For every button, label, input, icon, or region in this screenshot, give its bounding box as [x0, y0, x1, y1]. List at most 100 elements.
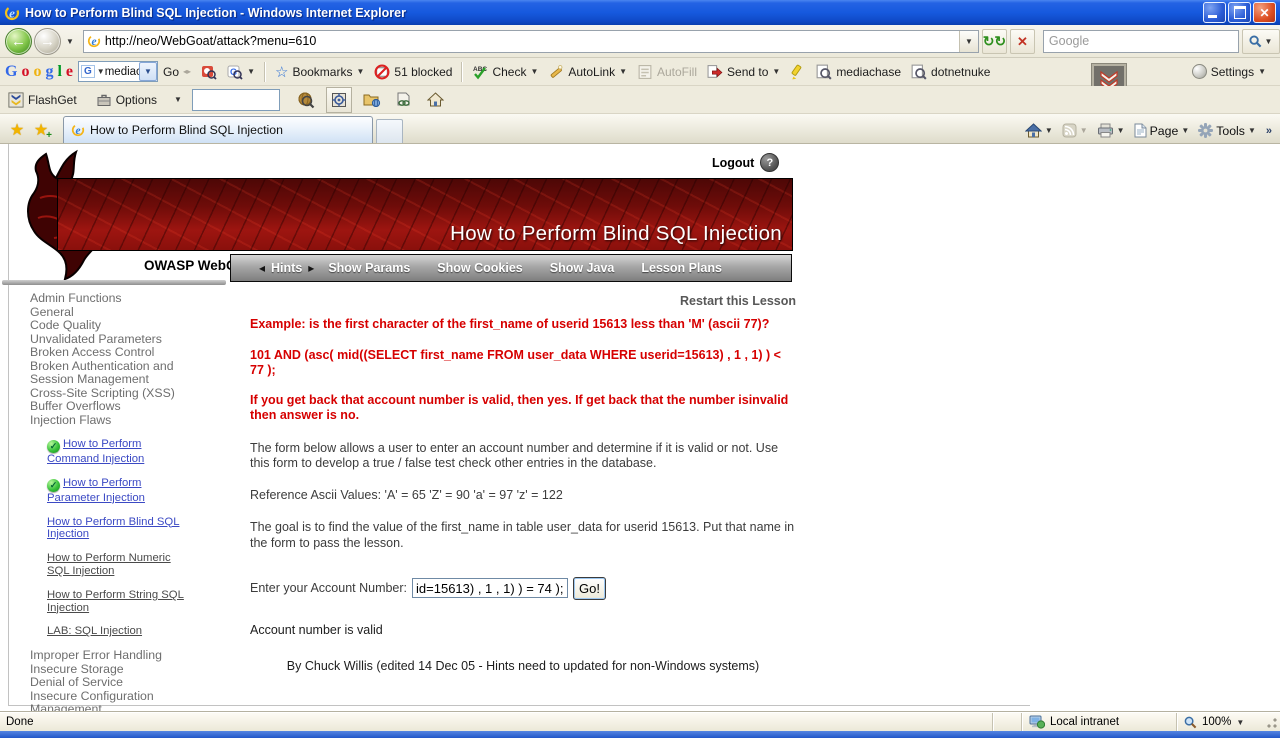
- flashget-getlinks-button[interactable]: [392, 88, 416, 112]
- custom-search-dotnetnuke[interactable]: dotnetnuke: [911, 64, 990, 80]
- autofill-button[interactable]: AutoFill: [637, 64, 697, 80]
- flashget-url-input[interactable]: [192, 89, 280, 111]
- spellcheck-button[interactable]: ABC Check▼: [472, 64, 538, 80]
- logout-link[interactable]: Logout: [712, 156, 754, 170]
- flashget-button[interactable]: FlashGet: [8, 92, 77, 108]
- tools-menu-button[interactable]: Tools▼: [1195, 121, 1259, 140]
- flashget-options-button[interactable]: Options: [96, 92, 157, 108]
- print-button[interactable]: ▼: [1094, 121, 1128, 140]
- account-number-label: Enter your Account Number:: [250, 581, 407, 596]
- lesson-nav-button[interactable]: Lesson Plans: [641, 261, 722, 275]
- search-go-button[interactable]: ▼: [1242, 29, 1280, 54]
- sidebar-lesson-link[interactable]: How to Perform Command Injection: [47, 438, 144, 465]
- search-options-dropdown[interactable]: ▼: [247, 67, 255, 76]
- search-news-icon: [201, 64, 217, 80]
- sidebar-category[interactable]: Denial of Service: [30, 676, 208, 690]
- go-button[interactable]: Go!: [573, 577, 606, 600]
- address-field[interactable]: e http://neo/WebGoat/attack?menu=610 ▼: [83, 30, 979, 53]
- sidebar-category[interactable]: Buffer Overflows: [30, 400, 208, 414]
- sidebar-category[interactable]: Broken Authentication and Session Manage…: [30, 360, 208, 387]
- bookmarks-button[interactable]: ☆ Bookmarks▼: [275, 63, 364, 81]
- form-description: The form below allows a user to enter an…: [250, 441, 796, 472]
- sidebar-category[interactable]: Insecure Storage: [30, 663, 208, 677]
- sidebar-lesson-link[interactable]: How to Perform Blind SQL Injection: [47, 516, 179, 541]
- minimize-button[interactable]: [1203, 2, 1226, 23]
- hints-next-icon[interactable]: ▸: [308, 261, 314, 275]
- sidebar-lesson-link[interactable]: How to Perform Numeric SQL Injection: [47, 552, 171, 577]
- google-search-dropdown[interactable]: ▼: [139, 62, 157, 81]
- add-favorite-button[interactable]: ★+: [29, 117, 53, 143]
- autolink-button[interactable]: AutoLink▼: [548, 64, 627, 80]
- nav-hints-button[interactable]: Hints: [271, 261, 302, 275]
- sidebar-category[interactable]: Admin Functions: [30, 292, 208, 306]
- sidebar-category[interactable]: Improper Error Handling: [30, 649, 208, 663]
- sidebar-category[interactable]: Unvalidated Parameters: [30, 333, 208, 347]
- feeds-button[interactable]: ▼: [1059, 121, 1091, 140]
- lesson-nav-button[interactable]: Show Cookies: [437, 261, 522, 275]
- flashget-sitefolder-button[interactable]: [360, 88, 384, 112]
- sidebar-lesson-link[interactable]: LAB: SQL Injection: [47, 625, 142, 637]
- sidebar-category[interactable]: Injection Flaws: [30, 414, 208, 428]
- hints-prev-icon[interactable]: ◂: [259, 261, 265, 275]
- zoom-magnifier-icon: [1184, 716, 1197, 729]
- windows-taskbar-edge[interactable]: [0, 731, 1280, 738]
- highlighter-button[interactable]: [790, 64, 806, 80]
- close-button[interactable]: ✕: [1253, 2, 1276, 23]
- home-icon: [1025, 123, 1042, 138]
- settings-button[interactable]: Settings▼: [1192, 64, 1266, 79]
- resize-grip[interactable]: [1263, 714, 1279, 730]
- stop-button[interactable]: ✕: [1010, 29, 1035, 54]
- browser-viewport: Logout ? How to Perform Blind SQL Inject…: [0, 144, 1280, 712]
- google-go-button[interactable]: Go ◂▸: [163, 65, 191, 79]
- sidebar-lesson: ✓How to Perform String SQL Injection: [47, 589, 189, 615]
- lesson-banner-title: How to Perform Blind SQL Injection: [450, 222, 782, 246]
- sidebar-lesson-link[interactable]: How to Perform Parameter Injection: [47, 477, 145, 504]
- local-intranet-icon: [1029, 715, 1045, 729]
- search-web-button[interactable]: G ▼: [227, 64, 255, 80]
- send-to-button[interactable]: Send to▼: [707, 64, 780, 80]
- account-number-input[interactable]: [412, 578, 568, 598]
- sidebar-category[interactable]: Code Quality: [30, 319, 208, 333]
- forward-button[interactable]: →: [34, 28, 61, 55]
- zoom-control[interactable]: 100% ▼: [1176, 713, 1263, 731]
- help-icon[interactable]: ?: [760, 153, 779, 172]
- zoom-dropdown-icon[interactable]: ▼: [1236, 718, 1244, 727]
- result-message: Account number is valid: [250, 623, 796, 638]
- google-search-value[interactable]: mediachas: [105, 66, 139, 78]
- lesson-complete-check-icon: ✓: [47, 440, 60, 453]
- google-search-combo[interactable]: G ▼ mediachas ▼: [78, 61, 158, 82]
- restore-button[interactable]: [1228, 2, 1251, 23]
- flashget-monitor-button[interactable]: [326, 87, 352, 113]
- ie-page-icon: e: [87, 34, 101, 48]
- flashget-home-button[interactable]: [424, 88, 448, 112]
- search-icon: [1249, 35, 1262, 48]
- google-logo: Google: [5, 63, 73, 81]
- new-tab-button[interactable]: [376, 119, 403, 143]
- lesson-nav-button[interactable]: Show Java: [550, 261, 615, 275]
- favorites-center-button[interactable]: ★: [5, 117, 29, 143]
- flashget-search-button[interactable]: [294, 88, 318, 112]
- refresh-button[interactable]: ↻↻: [982, 29, 1007, 54]
- history-dropdown-icon[interactable]: ▼: [66, 37, 74, 46]
- sidebar-category[interactable]: Broken Access Control: [30, 346, 208, 360]
- goal-text: The goal is to find the value of the fir…: [250, 520, 796, 551]
- search-input[interactable]: Google: [1043, 30, 1239, 53]
- address-dropdown-button[interactable]: ▼: [959, 31, 978, 52]
- flashget-options-dropdown[interactable]: ▼: [174, 95, 182, 104]
- page-menu-button[interactable]: Page▼: [1131, 121, 1193, 140]
- more-commands-chevron[interactable]: »: [1266, 125, 1272, 137]
- sidebar-category[interactable]: General: [30, 306, 208, 320]
- search-site-button[interactable]: [201, 64, 217, 80]
- home-button[interactable]: ▼: [1022, 121, 1056, 140]
- restart-lesson-link[interactable]: Restart this Lesson: [250, 294, 796, 309]
- sidebar-category[interactable]: Cross-Site Scripting (XSS): [30, 387, 208, 401]
- lesson-nav-button[interactable]: Show Params: [328, 261, 410, 275]
- autolink-wand-icon: [548, 64, 564, 80]
- search-dropdown-icon[interactable]: ▼: [1264, 37, 1272, 46]
- sidebar-lesson: ✓How to Perform Parameter Injection: [47, 477, 189, 505]
- back-button[interactable]: ←: [5, 28, 32, 55]
- tab-blind-sql-injection[interactable]: e How to Perform Blind SQL Injection: [63, 116, 373, 143]
- sidebar-lesson-link[interactable]: How to Perform String SQL Injection: [47, 589, 184, 614]
- popup-blocker-button[interactable]: 51 blocked: [374, 64, 452, 80]
- custom-search-mediachase[interactable]: mediachase: [816, 64, 901, 80]
